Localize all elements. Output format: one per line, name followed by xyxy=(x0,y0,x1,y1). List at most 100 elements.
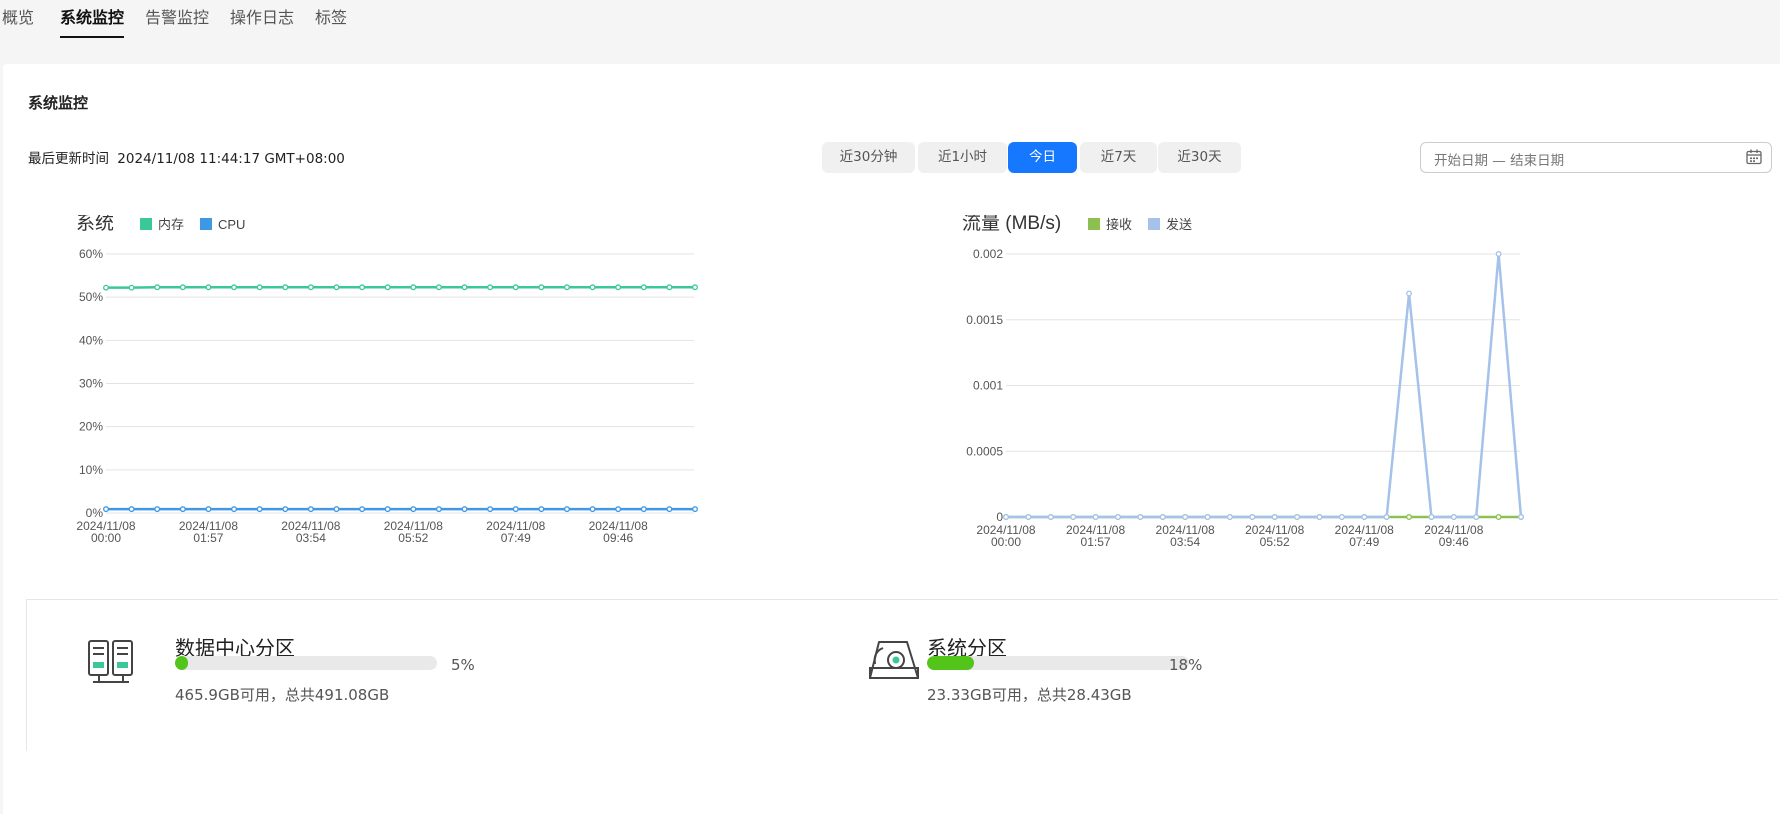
storage-progress-fill xyxy=(927,656,975,670)
data-point xyxy=(282,506,289,513)
data-point xyxy=(1473,514,1480,520)
tab-alarm-monitor[interactable]: 告警监控 xyxy=(145,8,209,38)
data-point xyxy=(1406,514,1412,520)
data-point xyxy=(256,506,263,513)
range-30days-button[interactable]: 近30天 xyxy=(1158,142,1241,173)
data-point xyxy=(231,284,237,291)
data-point xyxy=(307,506,314,513)
data-point xyxy=(333,284,340,291)
tab-system-monitor[interactable]: 系统监控 xyxy=(60,8,125,38)
data-point xyxy=(205,284,212,291)
data-point xyxy=(1495,251,1502,257)
data-point xyxy=(1003,514,1009,520)
data-point xyxy=(1092,514,1099,520)
range-1hour-button[interactable]: 近1小时 xyxy=(918,142,1007,173)
data-point xyxy=(615,506,622,513)
y-tick-label: 60% xyxy=(79,247,103,261)
data-point xyxy=(538,506,545,513)
top-tab-bar: 概览 系统监控 告警监控 操作日志 标签 xyxy=(0,0,1780,64)
system-usage-chart: 系统 内存 CPU0%10%20%30%40%50%60%2024/11/0800:… xyxy=(76,215,698,545)
last-update-row: 最后更新时间 2024/11/08 11:44:17 GMT+08:00 xyxy=(28,147,349,167)
data-point xyxy=(589,284,596,291)
data-point xyxy=(1518,514,1524,520)
x-tick-label: 07:49 xyxy=(501,531,531,545)
storage-percent: 5% xyxy=(451,656,475,674)
data-point xyxy=(410,284,417,291)
x-tick-label: 03:54 xyxy=(1170,535,1200,549)
data-point xyxy=(359,284,366,291)
storage-section: 数据中心分区 5% 465.9GB可用，总共491.08GB 系统分区 18% … xyxy=(26,599,1778,751)
data-point xyxy=(179,284,186,291)
data-point xyxy=(307,284,314,291)
data-point xyxy=(1047,514,1054,520)
tab-tags[interactable]: 标签 xyxy=(315,8,347,38)
data-point xyxy=(1495,514,1502,520)
data-point xyxy=(1182,514,1189,520)
data-point xyxy=(384,284,391,291)
x-tick-label: 09:46 xyxy=(603,531,633,545)
data-point xyxy=(615,284,622,291)
calendar-icon[interactable] xyxy=(1745,148,1763,166)
tab-operation-log[interactable]: 操作日志 xyxy=(230,8,294,38)
disk-icon xyxy=(869,641,919,679)
data-point xyxy=(1383,514,1390,520)
data-point xyxy=(1204,514,1211,520)
data-point xyxy=(564,284,570,291)
last-update-label: 最后更新时间 xyxy=(28,151,109,167)
date-range-picker[interactable]: 开始日期 — 结束日期 xyxy=(1420,142,1772,173)
data-point xyxy=(564,506,570,513)
y-tick-label: 0.0015 xyxy=(966,313,1003,327)
data-point xyxy=(359,506,366,513)
y-tick-label: 20% xyxy=(79,420,103,434)
last-update-time: 2024/11/08 11:44:17 GMT+08:00 xyxy=(117,151,345,167)
y-tick-label: 50% xyxy=(79,290,103,304)
data-point xyxy=(666,506,673,513)
data-point xyxy=(1428,514,1435,520)
data-point xyxy=(103,284,109,291)
range-today-button[interactable]: 今日 xyxy=(1008,142,1077,173)
storage-progress-bar xyxy=(927,656,1189,670)
data-point xyxy=(538,284,545,291)
legend-swatch xyxy=(1088,218,1100,230)
x-tick-label: 03:54 xyxy=(296,531,326,545)
data-point xyxy=(1450,514,1457,520)
y-tick-label: 0.002 xyxy=(973,247,1003,261)
storage-datacenter-partition: 数据中心分区 5% 465.9GB可用，总共491.08GB xyxy=(87,600,587,720)
data-point xyxy=(128,284,135,291)
range-7days-button[interactable]: 近7天 xyxy=(1080,142,1157,173)
legend-label: CPU xyxy=(218,217,245,232)
y-tick-label: 0.0005 xyxy=(966,444,1003,458)
start-date-placeholder: 开始日期 xyxy=(1434,153,1488,169)
server-rack-icon xyxy=(88,640,133,683)
data-point xyxy=(692,284,698,291)
data-point xyxy=(1249,514,1256,520)
data-point xyxy=(1361,514,1368,520)
x-tick-label: 09:46 xyxy=(1439,535,1469,549)
data-point xyxy=(589,506,596,513)
x-tick-label: 05:52 xyxy=(1260,535,1290,549)
y-tick-label: 30% xyxy=(79,377,103,391)
tab-overview[interactable]: 概览 xyxy=(2,8,34,38)
data-point xyxy=(282,284,289,291)
range-30min-button[interactable]: 近30分钟 xyxy=(822,142,915,173)
date-range-placeholder: 开始日期 — 结束日期 xyxy=(1434,149,1564,169)
data-point xyxy=(1115,514,1121,520)
date-separator: — xyxy=(1492,153,1506,169)
data-point xyxy=(640,284,647,291)
network-traffic-chart: 流量 (MB/s) 接收 发送00.00050.0010.00150.0022024… xyxy=(962,215,1524,549)
data-point xyxy=(435,506,442,513)
legend-swatch xyxy=(200,218,212,230)
end-date-placeholder: 结束日期 xyxy=(1510,153,1565,169)
data-point xyxy=(512,506,519,513)
data-point xyxy=(1137,514,1144,520)
data-point xyxy=(640,506,647,513)
data-point xyxy=(410,506,417,513)
page-title: 系统监控 xyxy=(28,94,89,112)
data-point xyxy=(231,506,237,513)
data-point xyxy=(128,506,135,513)
storage-progress-fill xyxy=(175,656,189,670)
x-tick-label: 00:00 xyxy=(91,531,121,545)
data-point xyxy=(333,506,340,513)
data-point xyxy=(154,284,161,291)
data-point xyxy=(487,506,494,513)
